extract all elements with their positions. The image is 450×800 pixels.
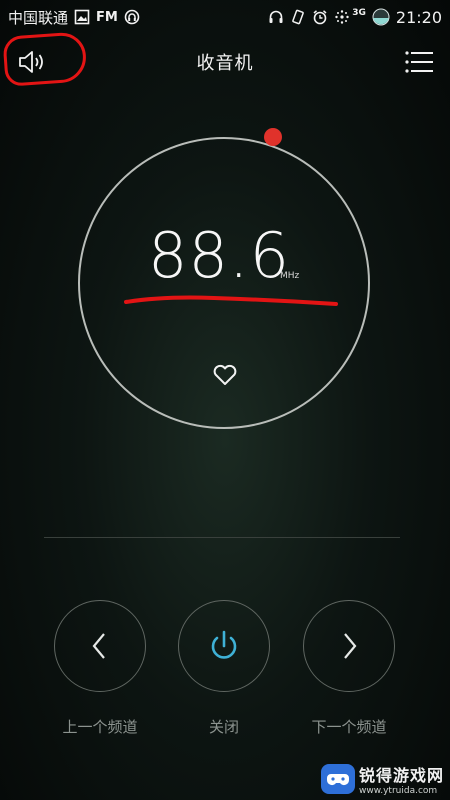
prev-channel-button[interactable] <box>54 600 146 692</box>
fm-indicator: FM <box>96 9 118 25</box>
vibrate-icon <box>292 9 305 25</box>
signal-icon <box>335 10 349 24</box>
headphones-icon <box>269 10 283 23</box>
power-label: 关闭 <box>208 718 239 736</box>
headset-icon <box>124 9 140 25</box>
watermark: 锐得游戏网 www.ytruida.com <box>320 762 444 796</box>
watermark-name: 锐得游戏网 <box>358 766 444 785</box>
power-button[interactable] <box>178 600 270 692</box>
network-type: 3G <box>352 8 366 18</box>
image-icon <box>74 9 90 25</box>
page-title: 收音机 <box>196 53 254 74</box>
carrier-name: 中国联通 <box>8 8 69 27</box>
status-bar: 中国联通 FM 3G 21:20 <box>0 0 450 34</box>
prev-channel-label: 上一个频道 <box>62 718 138 736</box>
tuning-knob[interactable] <box>264 128 282 146</box>
tuner-dial[interactable]: 88.6 MHz <box>78 128 370 429</box>
menu-icon[interactable] <box>404 48 434 76</box>
gamepad-icon <box>320 764 355 794</box>
frequency-display: 88.6 <box>148 219 291 292</box>
divider <box>44 537 400 538</box>
frequency-unit: MHz <box>280 271 300 281</box>
next-channel-button[interactable] <box>303 600 395 692</box>
watermark-url: www.ytruida.com <box>358 786 438 796</box>
chevron-right-icon <box>344 633 357 659</box>
clock: 21:20 <box>395 7 442 27</box>
chevron-left-icon <box>92 633 105 659</box>
battery-icon <box>372 8 390 26</box>
next-channel-label: 下一个频道 <box>311 718 387 736</box>
alarm-icon <box>313 10 327 25</box>
power-icon <box>211 630 237 659</box>
app-header: 收音机 <box>0 38 450 86</box>
heart-icon[interactable] <box>212 363 238 387</box>
speaker-icon[interactable] <box>12 46 52 78</box>
